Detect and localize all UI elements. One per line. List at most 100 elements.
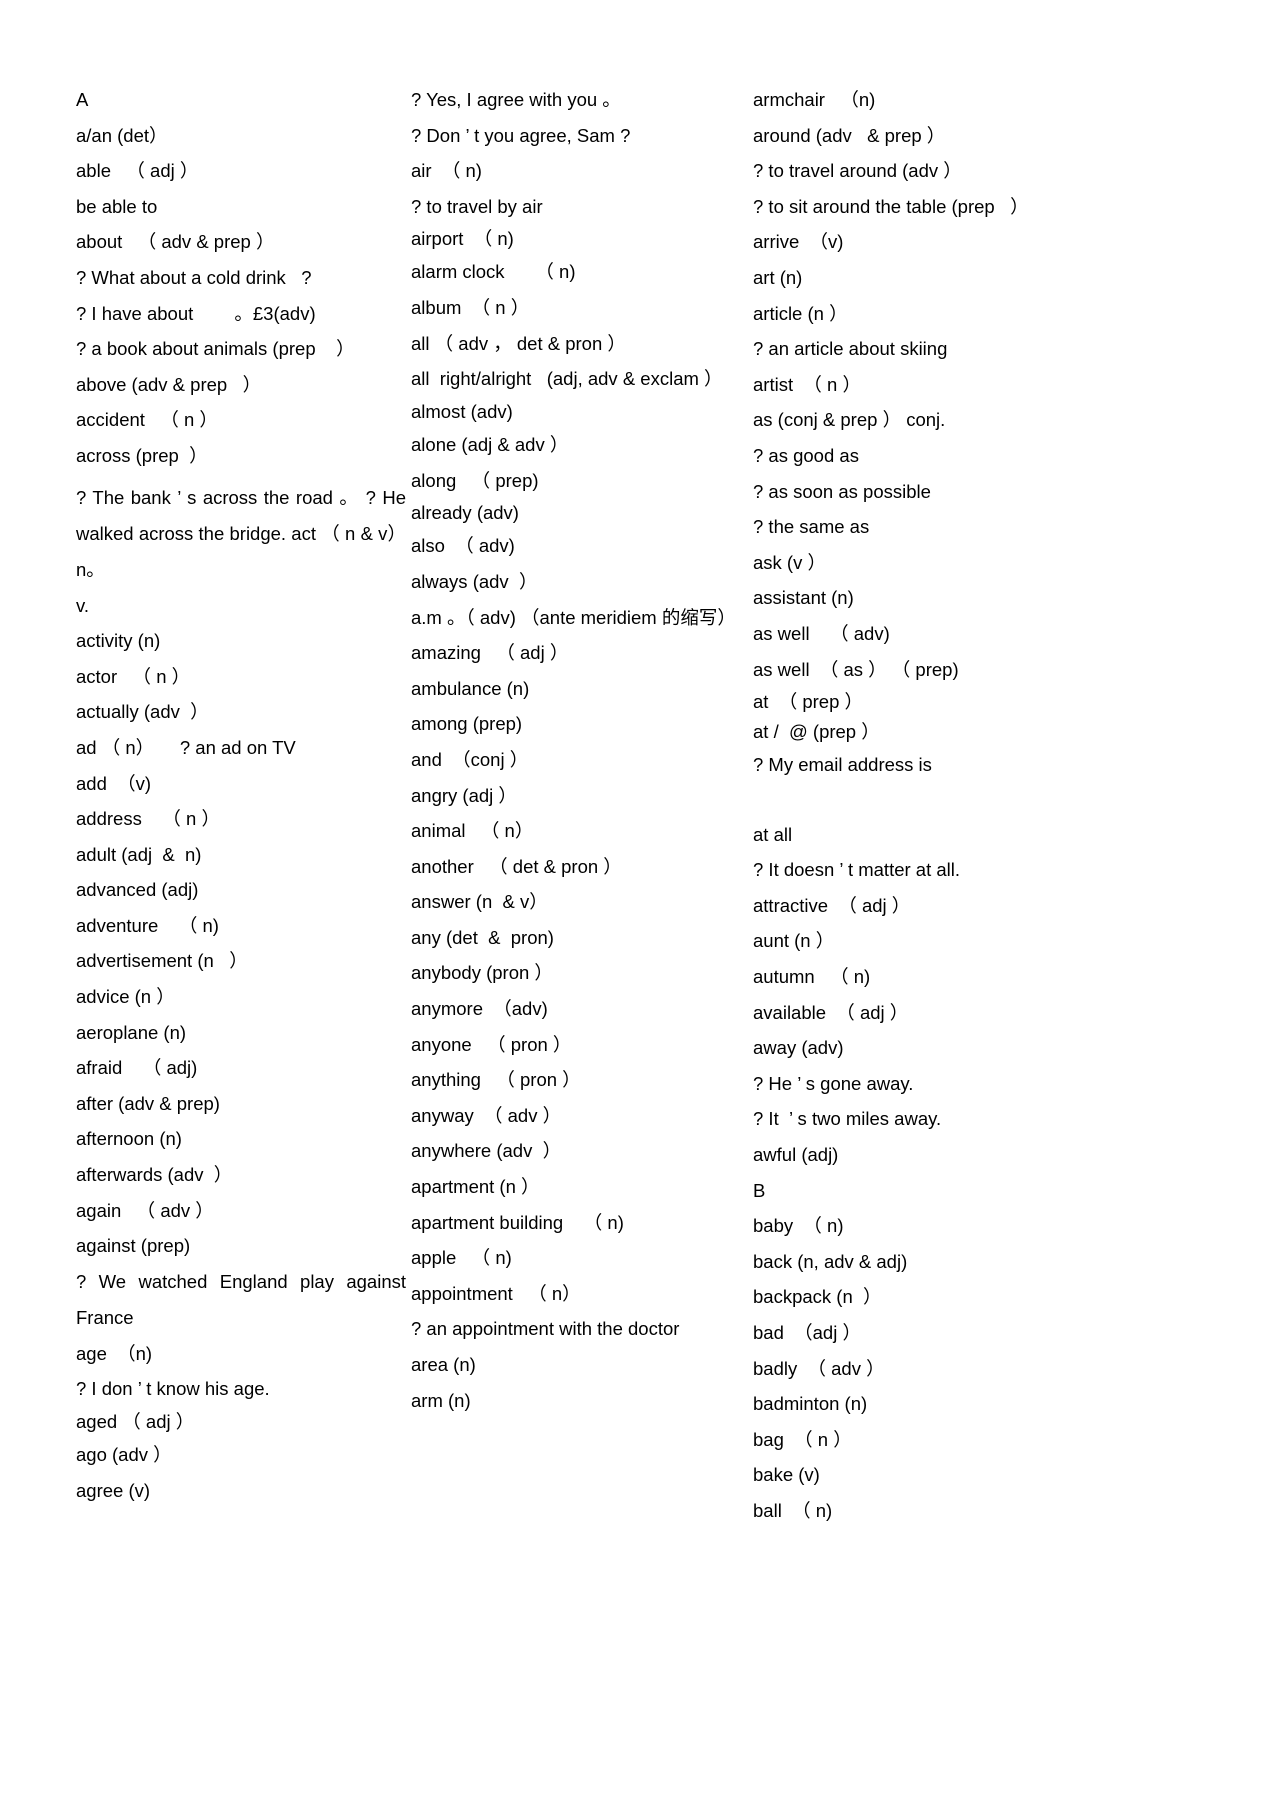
word-entry: apartment building （ n) (411, 1211, 624, 1233)
word-entry: a/an (det） (76, 124, 168, 146)
word-entry: answer (n & v） (411, 891, 548, 913)
word-entry: as well （ adv) (753, 622, 890, 644)
word-list-column-1: A a/an (det） able （ adj ） be able to abo… (76, 82, 406, 1508)
example-sentence: ? to sit around the table (prep ） (753, 195, 1029, 217)
word-list-column-2: ? Yes, I agree with you 。 ? Don ’ t you … (411, 82, 741, 1418)
word-entry: article (n ） (753, 302, 848, 324)
word-entry: aged （ adj ） (76, 1411, 195, 1432)
example-sentence: ? an appointment with the doctor (411, 1318, 680, 1340)
word-entry: appointment （ n） (411, 1282, 581, 1304)
word-entry: area (n) (411, 1354, 476, 1375)
section-letter-a: A (76, 89, 89, 110)
word-entry: add （v) (76, 772, 152, 794)
word-entry: actually (adv ） (76, 701, 209, 723)
word-entry: angry (adj ） (411, 784, 517, 806)
word-entry: age （n) (76, 1342, 153, 1364)
word-entry: as well （ as ） （ prep) (753, 658, 959, 680)
word-entry: album （ n ） (411, 296, 530, 318)
word-entry: assistant (n) (753, 587, 854, 609)
word-entry: ago (adv ） (76, 1444, 172, 1465)
example-sentence-block: ? We watched England play against France (76, 1270, 412, 1328)
word-entry: alone (adj & adv ） (411, 434, 569, 456)
word-entry: ask (v ） (753, 551, 826, 573)
example-sentence-block: ? The bank ’ s across the road 。 ? He wa… (76, 486, 412, 580)
word-entry: arm (n) (411, 1389, 471, 1411)
word-entry: able （ adj ） (76, 160, 199, 182)
word-entry: across (prep ） (76, 444, 208, 466)
word-entry: ambulance (n) (411, 677, 530, 699)
word-entry: against (prep) (76, 1235, 191, 1257)
word-entry: apartment (n ） (411, 1176, 540, 1198)
word-entry: above (adv & prep ） (76, 373, 262, 395)
word-entry: about （ adv & prep ） (76, 231, 275, 253)
example-sentence: ? My email address is (753, 754, 932, 776)
word-entry: anyone （ pron ） (411, 1033, 572, 1055)
word-entry: any (det & pron) (411, 926, 554, 948)
section-letter-b: B (753, 1179, 766, 1201)
word-entry: anymore （adv) (411, 998, 548, 1020)
word-entry: available （ adj ） (753, 1001, 909, 1023)
word-entry: along （ prep) (411, 469, 539, 491)
word-entry: ad （ n） ? an ad on TV (76, 736, 296, 758)
word-entry: anywhere (adv ） (411, 1140, 562, 1162)
word-entry: among (prep) (411, 713, 523, 735)
example-sentence: ? to travel by air (411, 195, 543, 217)
example-sentence: ? What about a cold drink ? (76, 266, 312, 288)
word-entry: actor （ n ） (76, 665, 191, 687)
word-entry: arrive （v) (753, 231, 844, 253)
example-sentence: ? I have about 。£3(adv) (76, 302, 316, 324)
word-entry: advanced (adj) (76, 879, 199, 901)
word-entry: at / @ (prep ） (753, 721, 880, 743)
word-entry: back (n, adv & adj) (753, 1250, 908, 1272)
word-entry: advice (n ） (76, 986, 175, 1008)
word-entry: anything （ pron ） (411, 1069, 581, 1091)
word-entry: bag （ n ） (753, 1428, 852, 1450)
example-sentence: ? the same as (753, 516, 870, 538)
word-entry: at all (753, 823, 793, 845)
example-sentence: ? Don ’ t you agree, Sam ? (411, 124, 631, 146)
example-sentence: ? It ’ s two miles away. (753, 1108, 942, 1130)
word-entry: already (adv) (411, 502, 519, 524)
word-entry: as (conj & prep ） conj. (753, 409, 946, 431)
word-entry: also （ adv) (411, 535, 515, 557)
word-entry: adult (adj & n) (76, 843, 202, 865)
word-entry: afraid （ adj) (76, 1057, 198, 1079)
word-entry: always (adv ） (411, 570, 538, 592)
word-entry: activity (n) (76, 630, 161, 652)
word-entry-abbreviation: a.m 。（ adv) （ante meridiem 的缩写） (411, 606, 736, 628)
word-entry: accident （ n ） (76, 409, 218, 431)
word-entry: and （conj ） (411, 748, 529, 770)
document-page: A a/an (det） able （ adj ） be able to abo… (0, 0, 1274, 1804)
word-entry: air （ n) (411, 160, 482, 182)
word-entry: address （ n ） (76, 808, 220, 830)
word-entry: badly （ adv ） (753, 1357, 885, 1379)
word-entry: adventure （ n) (76, 914, 219, 936)
word-entry: aeroplane (n) (76, 1021, 187, 1043)
word-entry: backpack (n ） (753, 1286, 882, 1308)
word-entry: away (adv) (753, 1037, 844, 1059)
word-entry: alarm clock （ n) (411, 261, 576, 283)
word-entry: awful (adj) (753, 1144, 839, 1166)
word-entry: anybody (pron ） (411, 962, 553, 984)
word-entry: badminton (n) (753, 1393, 868, 1415)
word-entry: be able to (76, 195, 158, 217)
word-entry: aunt (n ） (753, 930, 835, 952)
word-entry: ball （ n) (753, 1499, 833, 1521)
example-sentence: ? He ’ s gone away. (753, 1072, 914, 1094)
word-entry: autumn （ n) (753, 966, 871, 988)
three-column-layout: A a/an (det） able （ adj ） be able to abo… (76, 82, 1206, 1529)
word-list-column-3: armchair （n) around (adv & prep ） ? to t… (753, 82, 1083, 1529)
word-entry: airport （ n) (411, 228, 514, 250)
word-entry: advertisement (n ） (76, 950, 248, 972)
word-entry: baby （ n) (753, 1215, 844, 1237)
example-sentence: ? a book about animals (prep ） (76, 338, 355, 360)
word-entry: armchair （n) (753, 89, 876, 110)
word-entry: apple （ n) (411, 1247, 512, 1269)
word-entry: v. (76, 594, 90, 616)
word-entry: animal （ n） (411, 820, 534, 842)
word-entry: attractive （ adj ） (753, 894, 911, 916)
example-sentence: ? to travel around (adv ） (753, 160, 962, 182)
example-sentence: ? an article about skiing (753, 338, 948, 360)
word-entry: again （ adv ） (76, 1199, 214, 1221)
